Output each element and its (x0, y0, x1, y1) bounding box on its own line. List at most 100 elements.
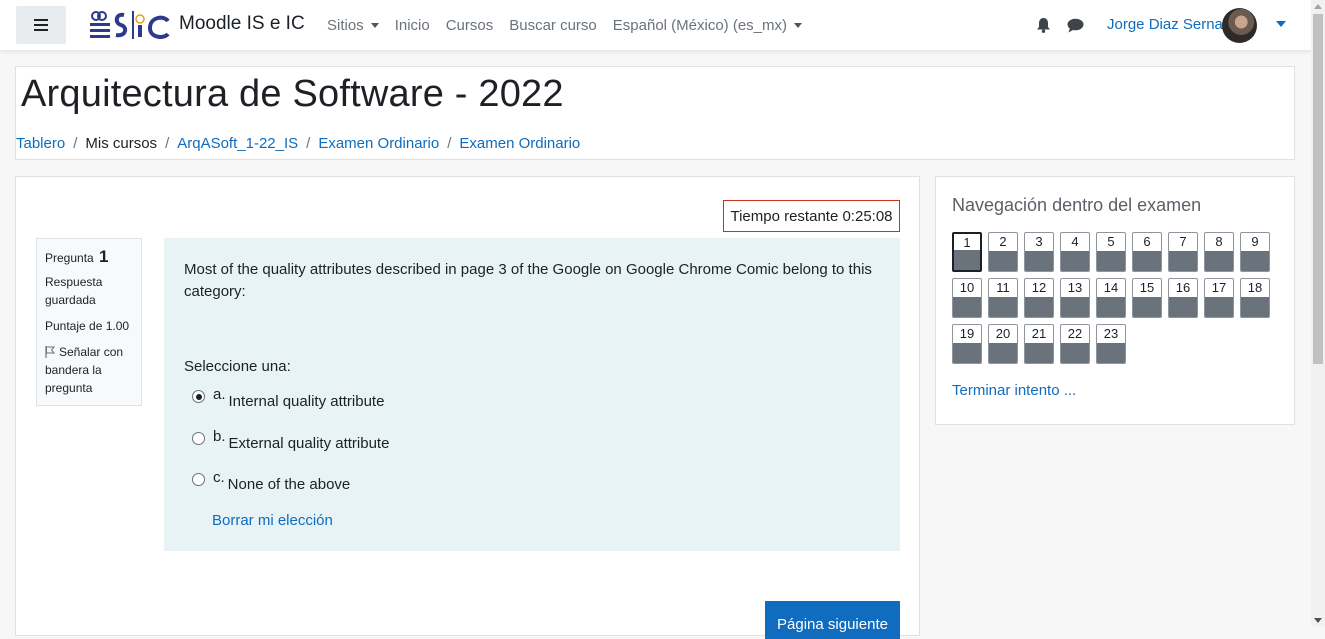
question-nav-button-13[interactable]: 13 (1060, 278, 1090, 318)
question-nav-number: 21 (1031, 326, 1047, 341)
question-nav-number: 4 (1071, 234, 1079, 249)
page-title: Arquitectura de Software - 2022 (21, 73, 564, 115)
question-nav-status-fill (1061, 297, 1089, 317)
question-nav-button-20[interactable]: 20 (988, 324, 1018, 364)
question-nav-status-fill (1097, 251, 1125, 271)
caret-down-icon (794, 23, 802, 28)
question-nav-status-fill (1061, 343, 1089, 363)
question-nav-button-5[interactable]: 5 (1096, 232, 1126, 272)
breadcrumb-separator: / (447, 135, 452, 152)
scroll-thumb[interactable] (1313, 14, 1323, 364)
question-nav-number: 15 (1139, 280, 1155, 295)
answer-option-b[interactable]: b. External quality attribute (192, 428, 389, 452)
question-nav-button-14[interactable]: 14 (1096, 278, 1126, 318)
question-text: Most of the quality attributes described… (184, 261, 872, 300)
flag-question-toggle[interactable]: Señalar con bandera la pregunta (45, 343, 133, 397)
question-number: 1 (99, 247, 109, 266)
question-nav-button-18[interactable]: 18 (1240, 278, 1270, 318)
question-grade: Puntaje de 1.00 (45, 319, 130, 333)
question-nav-status-fill (1133, 251, 1161, 271)
answer-option-a[interactable]: a. Internal quality attribute (192, 386, 384, 410)
breadcrumb-quiz-section[interactable]: Examen Ordinario (318, 135, 439, 152)
question-nav-status-fill (1097, 297, 1125, 317)
finish-attempt-link[interactable]: Terminar intento ... (952, 382, 1076, 399)
nav-language-dropdown[interactable]: Español (México) (es_mx) (613, 17, 802, 34)
question-nav-status-fill (1169, 297, 1197, 317)
question-nav-status-fill (1241, 297, 1269, 317)
question-nav-button-8[interactable]: 8 (1204, 232, 1234, 272)
next-page-button[interactable]: Página siguiente (765, 601, 900, 639)
question-nav-number: 10 (959, 280, 975, 295)
question-nav-number: 12 (1031, 280, 1047, 295)
user-menu-caret-icon[interactable] (1276, 21, 1286, 27)
breadcrumb-separator: / (306, 135, 311, 152)
scroll-down-arrow-icon[interactable] (1314, 618, 1322, 623)
question-nav-button-2[interactable]: 2 (988, 232, 1018, 272)
nav-link-label: Buscar curso (509, 17, 597, 34)
question-nav-button-17[interactable]: 17 (1204, 278, 1234, 318)
question-nav-button-22[interactable]: 22 (1060, 324, 1090, 364)
question-nav-button-7[interactable]: 7 (1168, 232, 1198, 272)
hamburger-menu-button[interactable] (16, 6, 66, 44)
question-nav-button-15[interactable]: 15 (1132, 278, 1162, 318)
nav-link-label: Cursos (445, 17, 494, 34)
avatar[interactable] (1222, 8, 1257, 43)
question-nav-button-16[interactable]: 16 (1168, 278, 1198, 318)
question-nav-button-21[interactable]: 21 (1024, 324, 1054, 364)
breadcrumb-tablero[interactable]: Tablero (16, 135, 65, 152)
page-scrollbar[interactable] (1311, 0, 1325, 627)
question-nav-status-fill (1205, 251, 1233, 271)
question-nav-button-23[interactable]: 23 (1096, 324, 1126, 364)
nav-link-label: Español (México) (es_mx) (612, 17, 787, 34)
question-nav-number: 6 (1143, 234, 1151, 249)
question-nav-button-12[interactable]: 12 (1024, 278, 1054, 318)
user-name[interactable]: Jorge Diaz Serna (1107, 16, 1223, 33)
breadcrumb-quiz[interactable]: Examen Ordinario (459, 135, 580, 152)
breadcrumb-course[interactable]: ArqASoft_1-22_IS (177, 135, 298, 152)
question-label: Pregunta (45, 251, 94, 265)
breadcrumb-separator: / (165, 135, 170, 152)
question-nav-number: 13 (1067, 280, 1083, 295)
question-nav-number: 2 (999, 234, 1007, 249)
question-info-panel: Pregunta 1 Respuesta guardada Puntaje de… (36, 238, 142, 406)
site-logo[interactable] (88, 9, 172, 41)
page-header: Arquitectura de Software - 2022 Tablero … (15, 66, 1295, 160)
breadcrumb-separator: / (73, 135, 78, 152)
nav-cursos-link[interactable]: Cursos (446, 17, 494, 34)
question-nav-button-11[interactable]: 11 (988, 278, 1018, 318)
question-nav-button-19[interactable]: 19 (952, 324, 982, 364)
question-nav-status-fill (1169, 251, 1197, 271)
answer-letter: a. (213, 386, 226, 403)
answer-radio-c[interactable] (192, 473, 205, 486)
question-nav-number: 17 (1211, 280, 1227, 295)
hamburger-menu-icon (34, 19, 48, 31)
question-nav-button-3[interactable]: 3 (1024, 232, 1054, 272)
question-content: Most of the quality attributes described… (164, 238, 900, 551)
bell-icon[interactable] (1036, 17, 1051, 33)
question-nav-button-4[interactable]: 4 (1060, 232, 1090, 272)
question-nav-status-fill (989, 251, 1017, 271)
nav-link-label: Sitios (327, 17, 364, 34)
question-nav-number: 14 (1103, 280, 1119, 295)
scroll-up-arrow-icon[interactable] (1314, 4, 1322, 9)
question-nav-status-fill (1241, 251, 1269, 271)
question-nav-button-1[interactable]: 1 (952, 232, 982, 272)
question-nav-number: 18 (1247, 280, 1263, 295)
question-nav-status-fill (953, 297, 981, 317)
nav-sitios-dropdown[interactable]: Sitios (327, 17, 379, 34)
site-name[interactable]: Moodle IS e IC (179, 13, 305, 35)
question-nav-number: 9 (1251, 234, 1259, 249)
question-nav-button-9[interactable]: 9 (1240, 232, 1270, 272)
question-nav-button-6[interactable]: 6 (1132, 232, 1162, 272)
nav-inicio-link[interactable]: Inicio (395, 17, 430, 34)
answer-option-c[interactable]: c. None of the above (192, 469, 350, 493)
clear-choice-link[interactable]: Borrar mi elección (212, 512, 333, 529)
question-nav-status-fill (1133, 297, 1161, 317)
answer-radio-b[interactable] (192, 432, 205, 445)
nav-buscar-curso-link[interactable]: Buscar curso (509, 17, 597, 34)
question-nav-number: 7 (1179, 234, 1187, 249)
question-nav-number: 16 (1175, 280, 1191, 295)
answer-radio-a[interactable] (192, 390, 205, 403)
chat-icon[interactable] (1067, 18, 1084, 33)
question-nav-button-10[interactable]: 10 (952, 278, 982, 318)
